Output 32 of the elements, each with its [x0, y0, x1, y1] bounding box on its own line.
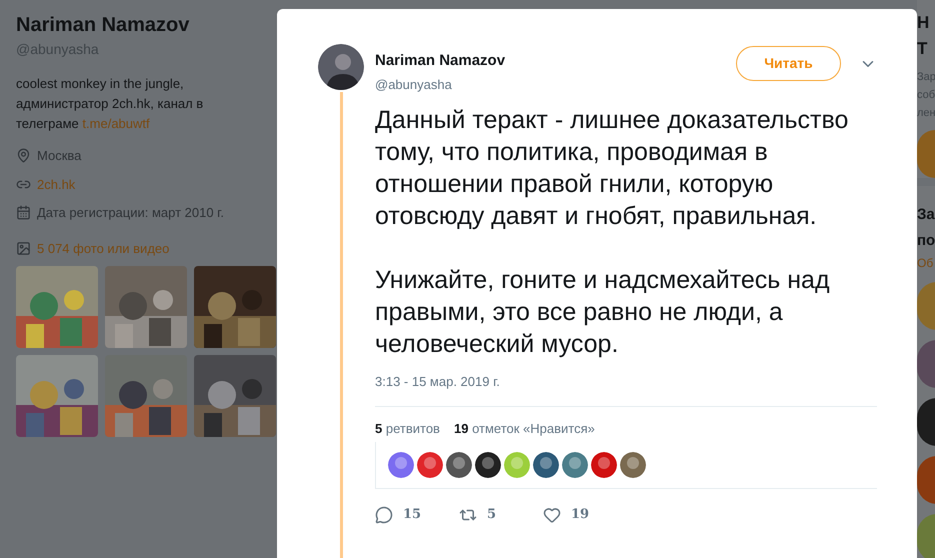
action-count: 5 — [487, 506, 496, 524]
card-title: по — [917, 231, 935, 251]
media-link[interactable]: 5 074 фото или видео — [37, 238, 170, 258]
card-title: Т — [917, 38, 928, 60]
image-icon — [16, 240, 31, 256]
profile-joined: Дата регистрации: март 2010 г. — [37, 204, 224, 222]
tweet-text: Унижайте, гоните и надсмехайтесь над правыми, это все равно не люди, а человеческий мусор. — [375, 265, 831, 360]
tweet-text: Данный теракт - лишнее доказательство тому, что политика, проводимая в отношении правой гнили, которую отовсюду давят и гнобят, правильная. — [375, 105, 850, 232]
likes-stat[interactable]: 19 отметок «Нравится» — [454, 418, 595, 438]
avatar[interactable] — [318, 44, 364, 90]
liker-avatar[interactable] — [475, 452, 501, 478]
calendar-icon — [16, 205, 31, 220]
tweet-timestamp[interactable]: 3:13 - 15 мар. 2019 г. — [375, 372, 877, 392]
author-name[interactable]: Nariman Namazov — [375, 50, 736, 72]
heart-icon[interactable] — [543, 506, 561, 524]
location-icon — [16, 148, 31, 164]
profile-bio: coolest monkey in the jungle, администратор 2ch.hk, канал в телеграме t.me/abuwtf — [16, 75, 204, 133]
card-link[interactable]: Об — [917, 254, 935, 272]
reply-icon[interactable] — [375, 506, 393, 524]
card-title: Н — [917, 12, 930, 34]
bio-link[interactable]: t.me/abuwtf — [82, 116, 150, 131]
profile-name: Nariman Namazov — [16, 13, 190, 37]
action-count: 15 — [403, 506, 422, 524]
liker-avatar[interactable] — [533, 452, 559, 478]
retweets-stat[interactable]: 5 ретвитов — [375, 418, 440, 438]
profile-location: Москва — [37, 147, 82, 165]
card-title: За — [917, 205, 935, 225]
action-count: 19 — [571, 506, 590, 524]
profile-website[interactable]: 2ch.hk — [37, 174, 76, 194]
follow-button[interactable]: Читать — [736, 46, 841, 81]
author-handle: @abunyasha — [375, 76, 453, 94]
liker-avatar[interactable] — [446, 452, 472, 478]
